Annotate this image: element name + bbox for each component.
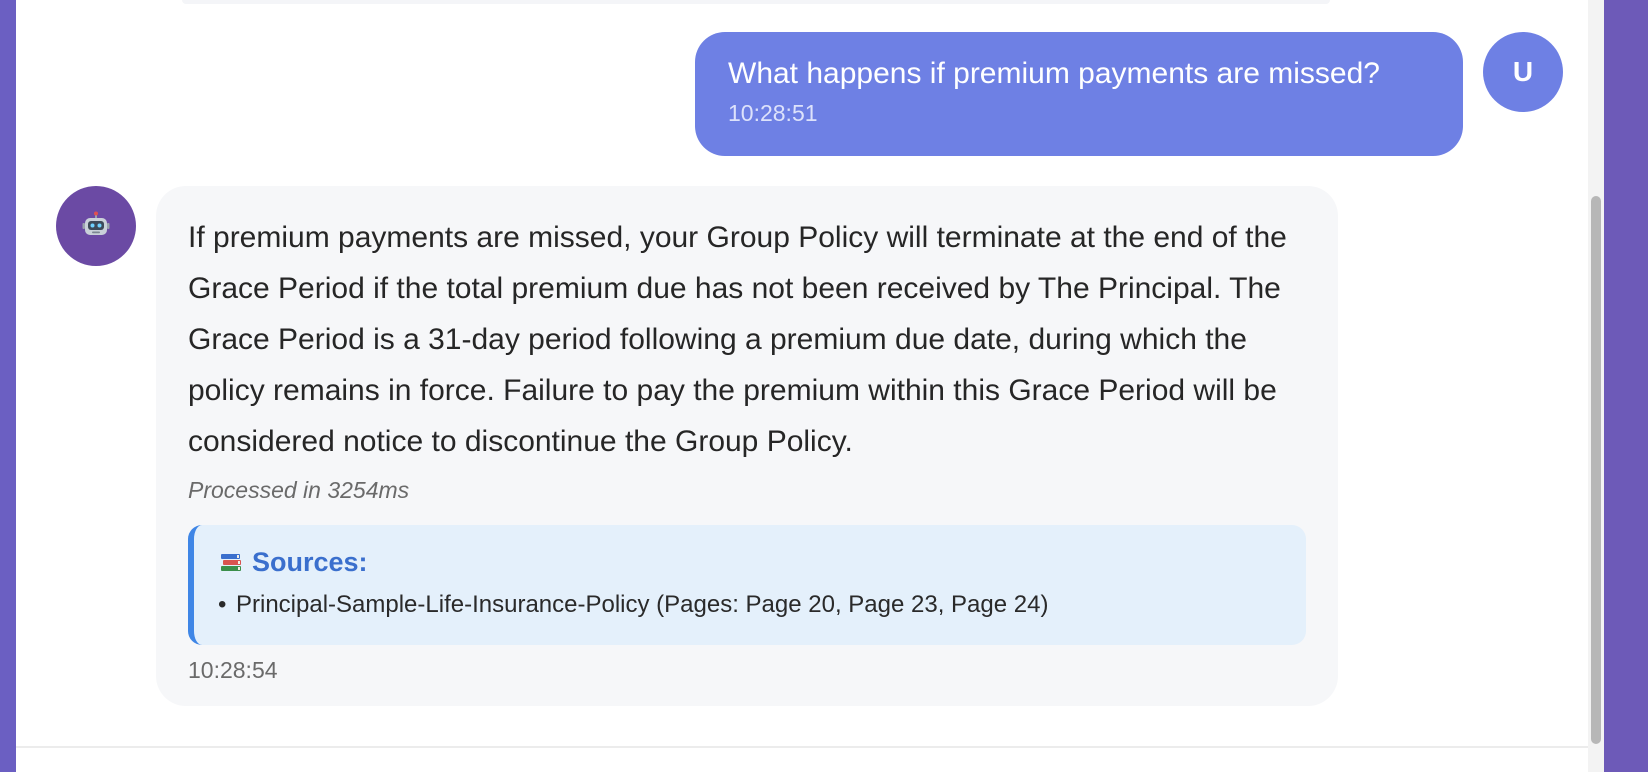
bot-avatar [56, 186, 136, 266]
robot-icon [82, 211, 110, 235]
bot-message-bubble: If premium payments are missed, your Gro… [156, 186, 1338, 706]
bot-message-time: 10:28:54 [188, 657, 278, 683]
user-message-bubble: What happens if premium payments are mis… [695, 32, 1463, 156]
user-message-text: What happens if premium payments are mis… [728, 57, 1380, 90]
input-area-divider [16, 746, 1588, 748]
sources-title: Sources: [252, 546, 368, 577]
scrollbar-thumb[interactable] [1591, 196, 1601, 744]
sources-panel: Sources: • Principal-Sample-Life-Insuranc… [188, 525, 1306, 645]
source-item: • Principal-Sample-Life-Insurance-Policy … [218, 589, 1280, 621]
books-icon [221, 554, 241, 571]
previous-message-edge [182, 0, 1330, 4]
bullet: • [218, 591, 227, 618]
sources-header: Sources: [218, 545, 1280, 579]
user-avatar: U [1483, 32, 1563, 112]
processing-time: Processed in 3254ms [188, 477, 410, 503]
source-item-text: Principal-Sample-Life-Insurance-Policy (… [236, 591, 1049, 618]
user-message-time: 10:28:51 [728, 100, 818, 126]
bot-message-text: If premium payments are missed, your Gro… [188, 221, 1287, 458]
chat-panel: What happens if premium payments are mis… [16, 0, 1604, 772]
